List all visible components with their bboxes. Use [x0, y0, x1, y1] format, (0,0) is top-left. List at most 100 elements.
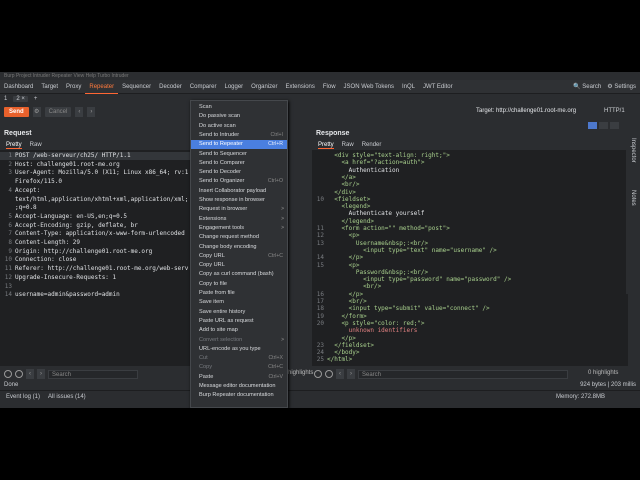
response-tab-render[interactable]: Render — [362, 142, 382, 149]
response-tab-raw[interactable]: Raw — [342, 142, 354, 149]
menu-item-copy-url[interactable]: Copy URL — [191, 261, 287, 270]
cancel-button[interactable]: Cancel — [44, 107, 72, 117]
prev-match-icon[interactable]: ‹ — [336, 369, 344, 379]
response-title: Response — [316, 130, 350, 137]
tab-comparer[interactable]: Comparer — [186, 80, 221, 94]
code-line: Password&nbsp;:<br/> — [327, 268, 429, 276]
menu-item-copy-url[interactable]: Copy URL Ctrl+C — [191, 252, 287, 261]
menu-item-show-response-in-browser[interactable]: Show response in browser — [191, 196, 287, 205]
response-tab-pretty[interactable]: Pretty — [318, 142, 334, 149]
split-horizontal-icon[interactable] — [588, 122, 597, 129]
menu-item-label: Show response in browser — [199, 197, 265, 203]
tab-extensions[interactable]: Extensions — [282, 80, 319, 94]
http-version[interactable]: HTTP/1 — [604, 108, 625, 114]
menu-item-send-to-comparer[interactable]: Send to Comparer — [191, 159, 287, 168]
tab-repeater[interactable]: Repeater — [85, 80, 119, 94]
menu-item-send-to-sequencer[interactable]: Send to Sequencer — [191, 150, 287, 159]
code-line: username=admin&password=admin — [15, 291, 120, 299]
tab-inql[interactable]: InQL — [398, 80, 419, 94]
line-number: 10 — [316, 195, 324, 203]
submenu-arrow-icon: > — [281, 336, 284, 343]
menu-item-do-active-scan[interactable]: Do active scan — [191, 122, 287, 131]
help-icon[interactable] — [314, 370, 322, 378]
tab-jwt-editor[interactable]: JWT Editor — [419, 80, 457, 94]
tab-flow[interactable]: Flow — [319, 80, 340, 94]
menu-item-url-encode-as-you-type[interactable]: URL-encode as you type — [191, 345, 287, 354]
menu-item-send-to-organizer[interactable]: Send to Organizer Ctrl+O — [191, 177, 287, 186]
menu-item-engagement-tools[interactable]: Engagement tools > — [191, 224, 287, 233]
settings-icon[interactable] — [325, 370, 333, 378]
code-line: Upgrade-Insecure-Requests: 1 — [15, 273, 117, 281]
subtab-1[interactable]: 1 — [4, 96, 7, 102]
split-vertical-icon[interactable] — [599, 122, 608, 129]
request-tab-pretty[interactable]: Pretty — [6, 142, 22, 149]
settings-gear-icon[interactable]: ⚙ — [32, 107, 41, 117]
send-button[interactable]: Send — [4, 107, 29, 117]
response-search-input[interactable]: Search — [358, 369, 568, 379]
line-number: 3 — [8, 169, 12, 177]
help-icon[interactable] — [4, 370, 12, 378]
response-editor[interactable]: <div style="text-align: right;"> <a href… — [312, 150, 628, 366]
next-match-icon[interactable]: › — [347, 369, 355, 379]
menu-item-label: Copy as curl command (bash) — [199, 271, 274, 278]
tab-proxy[interactable]: Proxy — [62, 80, 85, 94]
request-tab-raw[interactable]: Raw — [30, 142, 42, 149]
menu-item-save-item[interactable]: Save item — [191, 298, 287, 307]
menu-item-extensions[interactable]: Extensions > — [191, 215, 287, 224]
request-search-bar: ‹ › Search — [4, 368, 138, 380]
target-url[interactable]: Target: http://challenge01.root-me.org — [476, 108, 576, 114]
settings-button[interactable]: ⚙ Settings — [607, 80, 636, 94]
menu-item-send-to-intruder[interactable]: Send to Intruder Ctrl+I — [191, 131, 287, 140]
tab-decoder[interactable]: Decoder — [155, 80, 186, 94]
menu-item-change-request-method[interactable]: Change request method — [191, 233, 287, 242]
settings-icon[interactable] — [15, 370, 23, 378]
code-line: Authentication — [327, 166, 400, 174]
menu-item-burp-repeater-documentation[interactable]: Burp Repeater documentation — [191, 391, 287, 400]
code-line: Connection: close — [15, 256, 77, 264]
notes-tab[interactable]: Notes — [630, 190, 636, 206]
line-number: 14 — [4, 291, 12, 299]
menu-item-message-editor-documentation[interactable]: Message editor documentation — [191, 382, 287, 391]
menu-item-save-entire-history[interactable]: Save entire history — [191, 308, 287, 317]
global-search-button[interactable]: 🔍 Search — [573, 80, 601, 94]
code-line: ;q=0.8 — [15, 204, 37, 212]
menu-item-paste-url-as-request[interactable]: Paste URL as request — [191, 317, 287, 326]
tab-dashboard[interactable]: Dashboard — [0, 80, 37, 94]
menu-item-change-body-encoding[interactable]: Change body encoding — [191, 243, 287, 252]
request-search-input[interactable]: Search — [48, 369, 138, 379]
inspector-tab[interactable]: Inspector — [630, 138, 636, 163]
request-editor[interactable]: 1 POST /web-serveur/ch25/ HTTP/1.1 2 Host: … — [0, 150, 192, 366]
menu-item-request-in-browser[interactable]: Request in browser > — [191, 205, 287, 214]
tab-logger[interactable]: Logger — [220, 80, 247, 94]
menu-item-insert-collaborator-payload[interactable]: Insert Collaborator payload — [191, 187, 287, 196]
next-match-icon[interactable]: › — [37, 369, 45, 379]
prev-match-icon[interactable]: ‹ — [26, 369, 34, 379]
add-tab-button[interactable]: + — [34, 96, 38, 102]
menu-item-copy-to-file[interactable]: Copy to file — [191, 280, 287, 289]
menu-item-send-to-decoder[interactable]: Send to Decoder — [191, 168, 287, 177]
menu-item-do-passive-scan[interactable]: Do passive scan — [191, 112, 287, 121]
tab-organizer[interactable]: Organizer — [247, 80, 281, 94]
all-issues-link[interactable]: All issues (14) — [48, 394, 86, 400]
memory-indicator: Memory: 272.8MB — [556, 394, 606, 400]
menu-item-copy-as-curl-command-bash[interactable]: Copy as curl command (bash) — [191, 270, 287, 279]
code-line: Content-Type: application/x-www-form-url… — [15, 230, 185, 238]
back-arrow-icon[interactable]: ‹ — [75, 107, 84, 117]
menu-item-paste-from-file[interactable]: Paste from file — [191, 289, 287, 298]
tab-sequencer[interactable]: Sequencer — [118, 80, 155, 94]
line-number: 23 — [316, 341, 324, 349]
menu-item-label: Send to Sequencer — [199, 150, 247, 157]
subtab-2[interactable]: 2 × — [13, 96, 28, 102]
event-log-link[interactable]: Event log (1) — [6, 394, 40, 400]
shortcut-label: Ctrl+V — [268, 373, 283, 380]
menu-item-send-to-repeater[interactable]: Send to Repeater Ctrl+R — [191, 140, 287, 150]
tab-json-web-tokens[interactable]: JSON Web Tokens — [340, 80, 398, 94]
menu-item-paste[interactable]: Paste Ctrl+V — [191, 373, 287, 382]
tab-target[interactable]: Target — [37, 80, 62, 94]
line-number: 5 — [8, 212, 12, 220]
forward-arrow-icon[interactable]: › — [87, 107, 96, 117]
menu-item-add-to-site-map[interactable]: Add to site map — [191, 326, 287, 335]
tabs-view-icon[interactable] — [610, 122, 619, 129]
code-line: <br/> — [327, 181, 360, 189]
menu-item-scan[interactable]: Scan — [191, 103, 287, 112]
